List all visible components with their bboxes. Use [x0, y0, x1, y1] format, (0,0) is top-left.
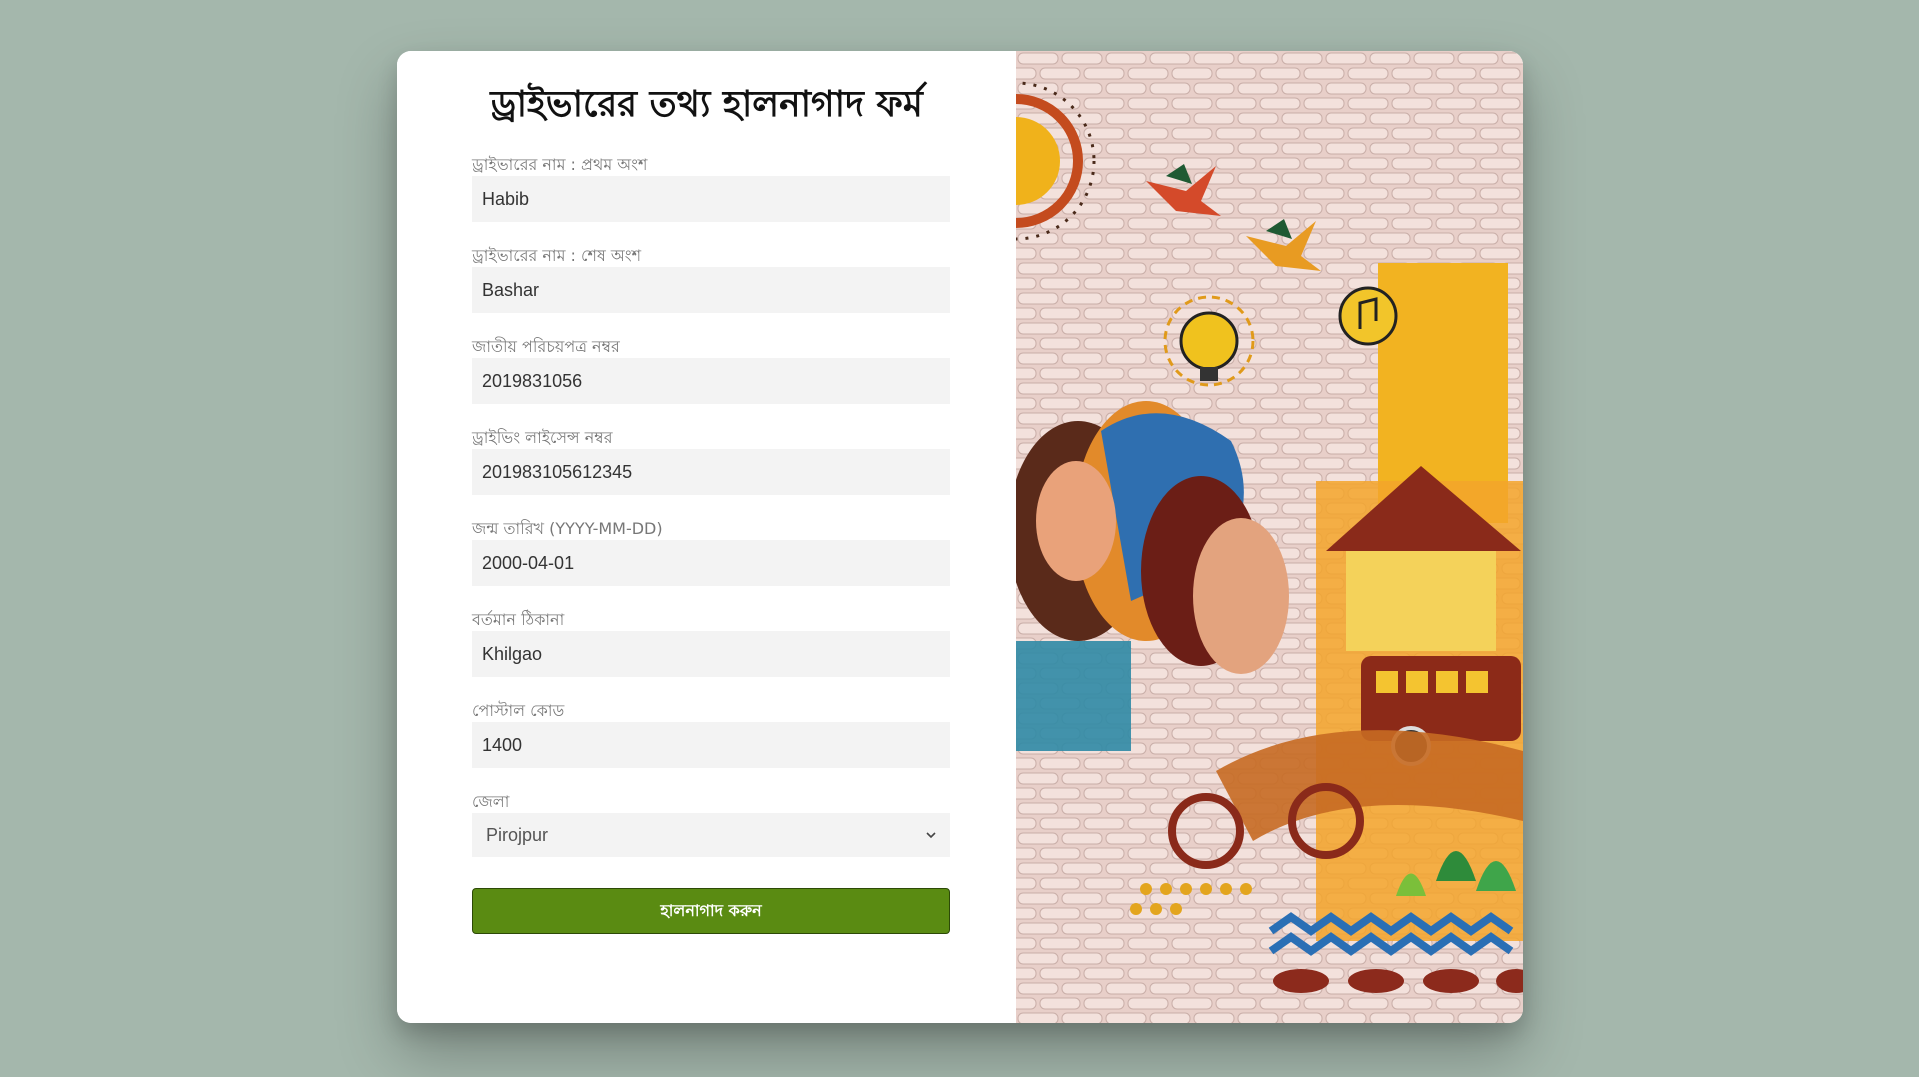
first-name-input[interactable]	[472, 176, 950, 222]
address-input[interactable]	[472, 631, 950, 677]
district-selected-value: Pirojpur	[486, 824, 549, 845]
district-select[interactable]: Pirojpur	[472, 813, 950, 857]
dob-field: জন্ম তারিখ (YYYY-MM-DD)	[472, 518, 950, 586]
last-name-label: ড্রাইভারের নাম : শেষ অংশ	[472, 246, 642, 265]
page-title: ড্রাইভারের তথ্য হালনাগাদ ফর্ম	[490, 84, 923, 125]
last-name-input[interactable]	[472, 267, 950, 313]
district-label: জেলা	[472, 792, 510, 811]
form-card: ড্রাইভারের তথ্য হালনাগাদ ফর্ম ড্রাইভারের…	[397, 51, 1523, 1023]
form-panel: ড্রাইভারের তথ্য হালনাগাদ ফর্ম ড্রাইভারের…	[397, 51, 1016, 1023]
dob-label: জন্ম তারিখ (YYYY-MM-DD)	[472, 519, 663, 538]
license-field: ড্রাইভিং লাইসেন্স নম্বর	[472, 427, 950, 495]
postal-code-label: পোস্টাল কোড	[472, 701, 565, 720]
last-name-field: ড্রাইভারের নাম : শেষ অংশ	[472, 245, 950, 313]
address-field: বর্তমান ঠিকানা	[472, 609, 950, 677]
mural-illustration	[1016, 51, 1523, 1023]
postal-code-input[interactable]	[472, 722, 950, 768]
postal-code-field: পোস্টাল কোড	[472, 700, 950, 768]
nid-input[interactable]	[472, 358, 950, 404]
license-label: ড্রাইভিং লাইসেন্স নম্বর	[472, 428, 613, 447]
license-input[interactable]	[472, 449, 950, 495]
first-name-label: ড্রাইভারের নাম : প্রথম অংশ	[472, 155, 648, 174]
nid-field: জাতীয় পরিচয়পত্র নম্বর	[472, 336, 950, 404]
chevron-down-icon	[926, 832, 936, 839]
mural-image	[1016, 51, 1523, 1023]
address-label: বর্তমান ঠিকানা	[472, 610, 565, 629]
first-name-field: ড্রাইভারের নাম : প্রথম অংশ	[472, 154, 950, 222]
nid-label: জাতীয় পরিচয়পত্র নম্বর	[472, 337, 620, 356]
dob-input[interactable]	[472, 540, 950, 586]
district-field: জেলা Pirojpur	[472, 791, 950, 857]
submit-button[interactable]: হালনাগাদ করুন	[472, 888, 950, 934]
